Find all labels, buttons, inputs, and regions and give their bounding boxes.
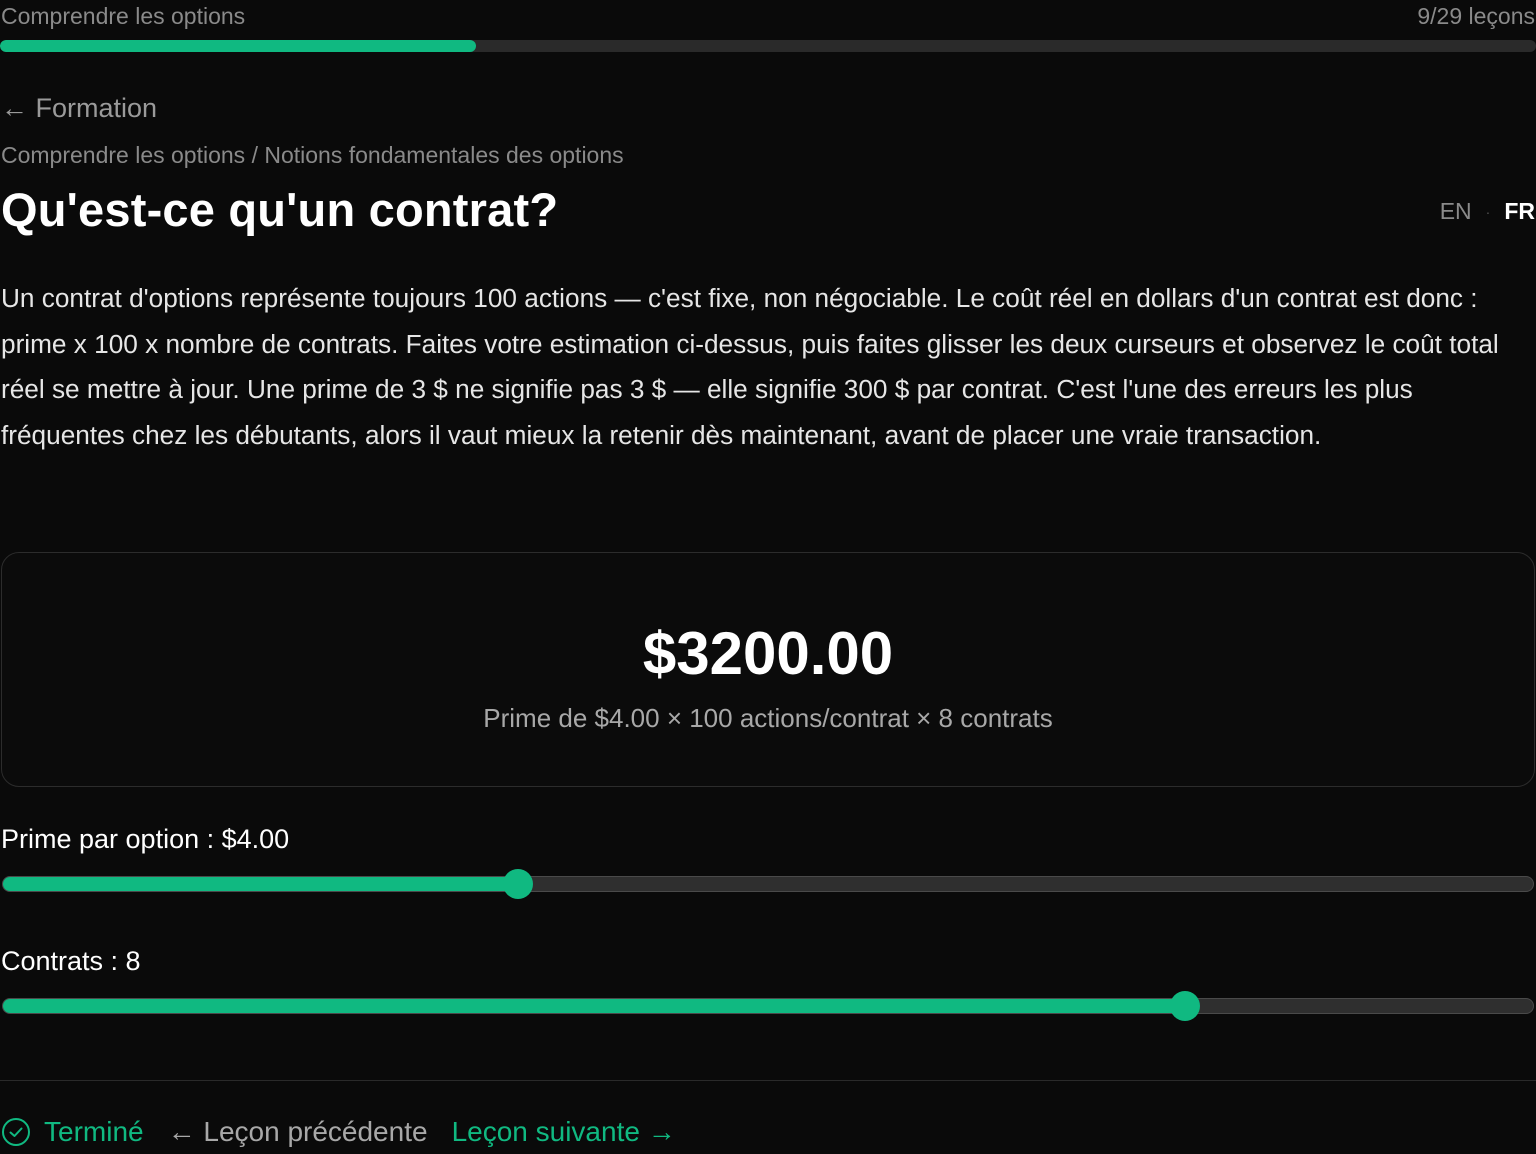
contracts-slider-thumb[interactable] (1169, 991, 1200, 1021)
back-to-formation-link[interactable]: ← Formation (1, 93, 157, 124)
lesson-footer-nav: Terminé ← Leçon précédente Leçon suivant… (1, 1116, 676, 1148)
breadcrumb: Comprendre les options / Notions fondame… (1, 142, 624, 168)
contracts-slider-label: Contrats : 8 (1, 946, 141, 976)
premium-slider-fill (3, 877, 519, 891)
next-lesson-link[interactable]: Leçon suivante → (452, 1116, 676, 1148)
mark-done-button[interactable]: Terminé (1, 1116, 144, 1148)
premium-slider-track[interactable] (2, 876, 1534, 892)
contracts-slider[interactable] (2, 991, 1534, 1021)
previous-lesson-link[interactable]: ← Leçon précédente (168, 1116, 428, 1148)
course-progress-header: Comprendre les options 9/29 leçons (0, 0, 1536, 34)
mark-done-label: Terminé (44, 1116, 144, 1147)
premium-slider-thumb[interactable] (503, 869, 534, 899)
cost-calculator-card: $3200.00 Prime de $4.00 × 100 actions/co… (1, 552, 1535, 787)
contracts-slider-fill (3, 999, 1185, 1013)
language-fr-button[interactable]: FR (1504, 198, 1535, 225)
course-progress-bar (0, 40, 1536, 52)
language-switcher: EN · FR (1440, 198, 1535, 225)
check-circle-icon (2, 1118, 30, 1146)
premium-slider-label: Prime par option : $4.00 (1, 824, 290, 854)
lesson-count: 9/29 leçons (1417, 3, 1535, 29)
lesson-body-text: Un contrat d'options représente toujours… (1, 283, 1499, 450)
footer-divider (0, 1080, 1536, 1081)
premium-slider[interactable] (2, 869, 1534, 899)
lesson-page: Comprendre les options 9/29 leçons ← For… (0, 0, 1536, 1154)
cost-formula: Prime de $4.00 × 100 actions/contrat × 8… (483, 703, 1053, 733)
contracts-slider-track[interactable] (2, 998, 1534, 1014)
course-title: Comprendre les options (1, 3, 246, 29)
language-separator: · (1485, 203, 1491, 220)
course-progress-fill (0, 40, 477, 52)
language-en-button[interactable]: EN (1440, 198, 1472, 225)
page-title: Qu'est-ce qu'un contrat? (1, 183, 559, 236)
total-cost-value: $3200.00 (642, 620, 894, 687)
